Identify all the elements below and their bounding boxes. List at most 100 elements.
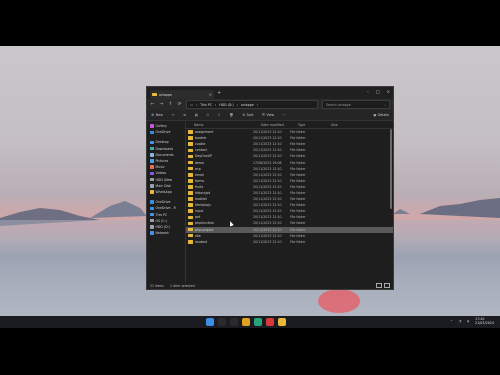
folder-icon xyxy=(188,179,193,183)
file-row[interactable]: student 20/11/2023 12:10 File folder xyxy=(186,239,393,245)
cut-button[interactable]: ✂ xyxy=(172,113,175,117)
file-type: File folder xyxy=(290,227,306,232)
file-type: File folder xyxy=(290,239,306,244)
rename-button[interactable]: ⌸ xyxy=(207,113,209,117)
breadcrumb[interactable]: ▭ › This PC › HDD (D:) › onlappe › xyxy=(186,100,318,109)
share-button[interactable]: ⇪ xyxy=(218,113,221,117)
new-tab-button[interactable]: + xyxy=(217,90,221,96)
wifi-icon[interactable]: ◔ xyxy=(459,319,462,323)
delete-button[interactable]: 🗑 xyxy=(229,113,233,117)
file-explorer-window[interactable]: onlappe × + – □ × ← → ↑ ⟳ ▭ › This PC › … xyxy=(146,86,394,290)
file-name: demo xyxy=(195,160,205,165)
search-input[interactable]: Search onlappe ⌕ xyxy=(322,100,390,109)
file-date: 20/11/2023 12:10 xyxy=(253,233,282,238)
chrome-icon[interactable] xyxy=(242,318,250,326)
column-date-modified[interactable]: Date modified xyxy=(261,123,298,127)
edge-icon[interactable] xyxy=(254,318,262,326)
sidebar-item-label: Desktop xyxy=(155,140,169,145)
file-type: File folder xyxy=(290,154,306,159)
windows-start-icon[interactable] xyxy=(206,318,214,326)
sidebar-item-icon xyxy=(150,146,154,151)
sidebar-item-label: HDD (New xyxy=(155,177,173,182)
chevron-right-icon: › xyxy=(256,102,258,107)
file-date: 20/11/2023 12:10 xyxy=(253,239,282,244)
file-type: File folder xyxy=(290,203,306,208)
column-type[interactable]: Type xyxy=(298,123,331,127)
folder-icon xyxy=(188,185,193,189)
minimize-icon[interactable]: – xyxy=(367,89,369,94)
sidebar-item-label: OneDrive xyxy=(155,130,171,135)
file-date: 20/11/2023 12:10 xyxy=(253,172,282,177)
file-name: DayOneUP xyxy=(195,154,213,159)
sidebar-item-icon xyxy=(150,171,154,176)
taskbar-icons xyxy=(206,317,286,327)
file-name: php-project xyxy=(195,227,214,232)
view-button[interactable]: ☰ View xyxy=(262,113,274,117)
refresh-icon[interactable]: ⟳ xyxy=(177,102,182,107)
column-headers: Name Date modified Type Size xyxy=(186,121,393,129)
folder-icon xyxy=(188,233,193,238)
address-bar-row: ← → ↑ ⟳ ▭ › This PC › HDD (D:) › onlappe… xyxy=(147,99,393,110)
paste-button[interactable]: ▤ xyxy=(195,113,198,117)
sort-button[interactable]: ⇅ Sort xyxy=(242,113,253,117)
chevron-right-icon: › xyxy=(196,102,198,107)
clock[interactable]: 17:40 21/03/2024 xyxy=(475,317,494,325)
sidebar-item-icon xyxy=(150,218,154,223)
sort-label: Sort xyxy=(246,113,254,117)
clock-date: 21/03/2024 xyxy=(474,321,494,325)
folder-icon xyxy=(188,172,193,177)
folder-icon xyxy=(188,227,193,232)
details-icon: ▣ xyxy=(373,113,377,117)
file-type: File folder xyxy=(290,197,306,202)
column-name[interactable]: Name xyxy=(186,123,261,127)
folder-icon xyxy=(188,239,193,244)
sort-icon: ⇅ xyxy=(242,113,246,117)
task-view-icon[interactable] xyxy=(230,318,238,326)
volume-icon[interactable]: ◖ xyxy=(467,319,469,323)
back-icon[interactable]: ← xyxy=(150,102,155,107)
file-type: File folder xyxy=(290,190,306,195)
sidebar-item[interactable]: Network xyxy=(147,230,185,236)
column-size[interactable]: Size xyxy=(331,123,351,127)
app-red-icon[interactable] xyxy=(266,318,274,326)
details-view-icon[interactable] xyxy=(376,282,382,289)
file-type: File folder xyxy=(290,215,306,220)
close-tab-icon[interactable]: × xyxy=(209,92,212,97)
sidebar-item-icon xyxy=(150,206,154,211)
file-date: 20/11/2023 12:10 xyxy=(253,130,282,135)
sun-reflection xyxy=(318,289,360,313)
file-date: 20/11/2023 12:10 xyxy=(253,190,282,195)
breadcrumb-item[interactable]: HDD (D:) xyxy=(219,103,233,107)
new-button[interactable]: ⊕ New xyxy=(151,113,163,118)
sidebar-item-icon xyxy=(150,225,154,229)
up-icon[interactable]: ↑ xyxy=(168,102,173,107)
chevron-up-icon[interactable]: ^ xyxy=(450,319,453,323)
breadcrumb-item[interactable]: This PC xyxy=(200,103,212,107)
file-date: 20/11/2023 12:10 xyxy=(253,166,282,171)
sidebar-item-icon xyxy=(150,153,154,157)
file-type: File folder xyxy=(290,166,306,171)
file-name: contact xyxy=(195,148,207,153)
close-icon[interactable]: × xyxy=(387,89,390,94)
view-toggle xyxy=(376,282,390,289)
tab-onlappe[interactable]: onlappe × xyxy=(150,90,214,99)
more-button[interactable]: ··· xyxy=(283,113,286,117)
file-explorer-icon[interactable] xyxy=(278,318,286,326)
file-list: Name Date modified Type Size assignment 2… xyxy=(186,121,393,282)
paste-icon: ▤ xyxy=(194,113,198,117)
search-icon[interactable] xyxy=(218,318,226,326)
scissors-icon: ✂ xyxy=(171,113,175,117)
copy-button[interactable]: ⧉ xyxy=(183,113,185,117)
breadcrumb-item[interactable]: onlappe xyxy=(241,103,254,107)
details-button[interactable]: ▣ Details xyxy=(373,113,389,117)
file-date: 20/11/2023 12:10 xyxy=(253,136,282,141)
maximize-icon[interactable]: □ xyxy=(376,89,380,94)
sidebar-item-icon xyxy=(150,231,154,235)
sidebar-item-label: Pictures xyxy=(155,159,169,164)
file-date: 20/11/2023 12:10 xyxy=(253,215,282,220)
file-type: File folder xyxy=(290,142,306,147)
vertical-scrollbar[interactable] xyxy=(390,129,392,209)
file-date: 20/11/2023 12:10 xyxy=(253,221,282,226)
forward-icon[interactable]: → xyxy=(159,102,164,107)
tiles-view-icon[interactable] xyxy=(384,282,390,289)
